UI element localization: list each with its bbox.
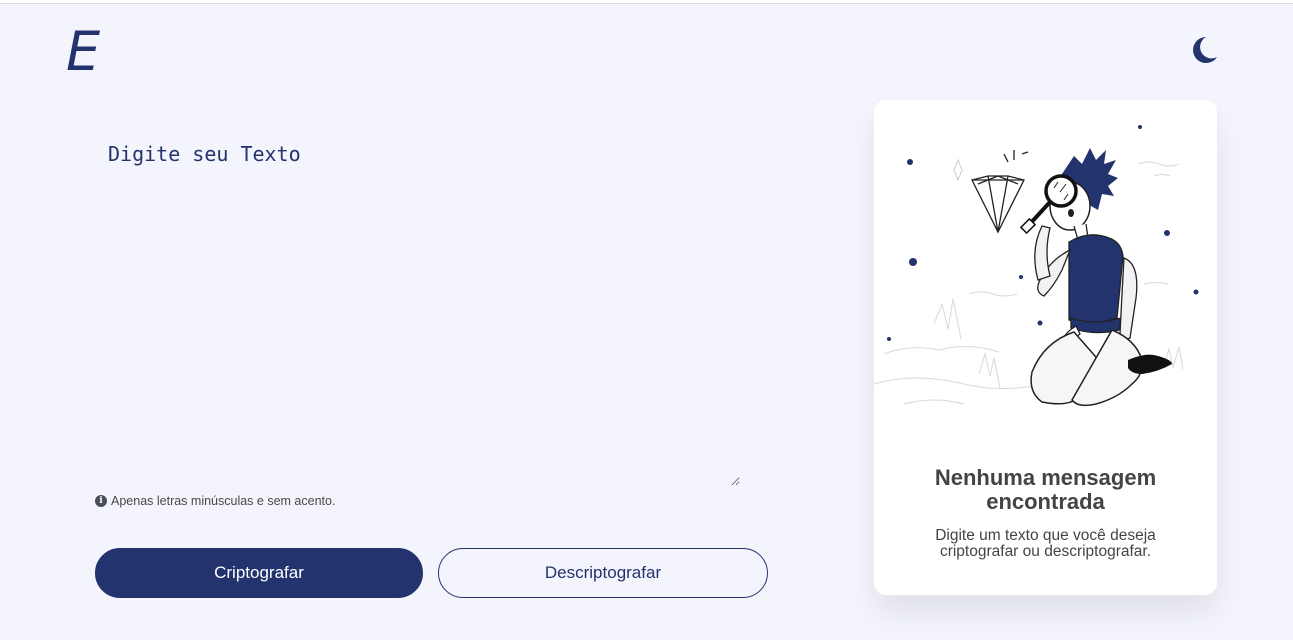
logo: E (66, 20, 101, 83)
decrypt-button[interactable]: Descriptografar (438, 548, 768, 598)
hint-text: Apenas letras minúsculas e sem acento. (111, 494, 336, 508)
input-hint: i Apenas letras minúsculas e sem acento. (95, 494, 335, 508)
person-with-magnifying-glass-diamond-illustration (874, 125, 1199, 407)
window-top-border (0, 0, 1293, 4)
text-input[interactable] (95, 130, 740, 486)
result-title: Nenhuma mensagem encontrada (934, 465, 1157, 514)
moon-icon[interactable] (1186, 33, 1220, 67)
result-card: Nenhuma mensagem encontrada Digite um te… (874, 100, 1217, 595)
info-icon: i (95, 495, 107, 507)
result-subtitle: Digite um texto que você deseja criptogr… (935, 527, 1156, 560)
encrypt-button[interactable]: Criptografar (95, 548, 423, 598)
